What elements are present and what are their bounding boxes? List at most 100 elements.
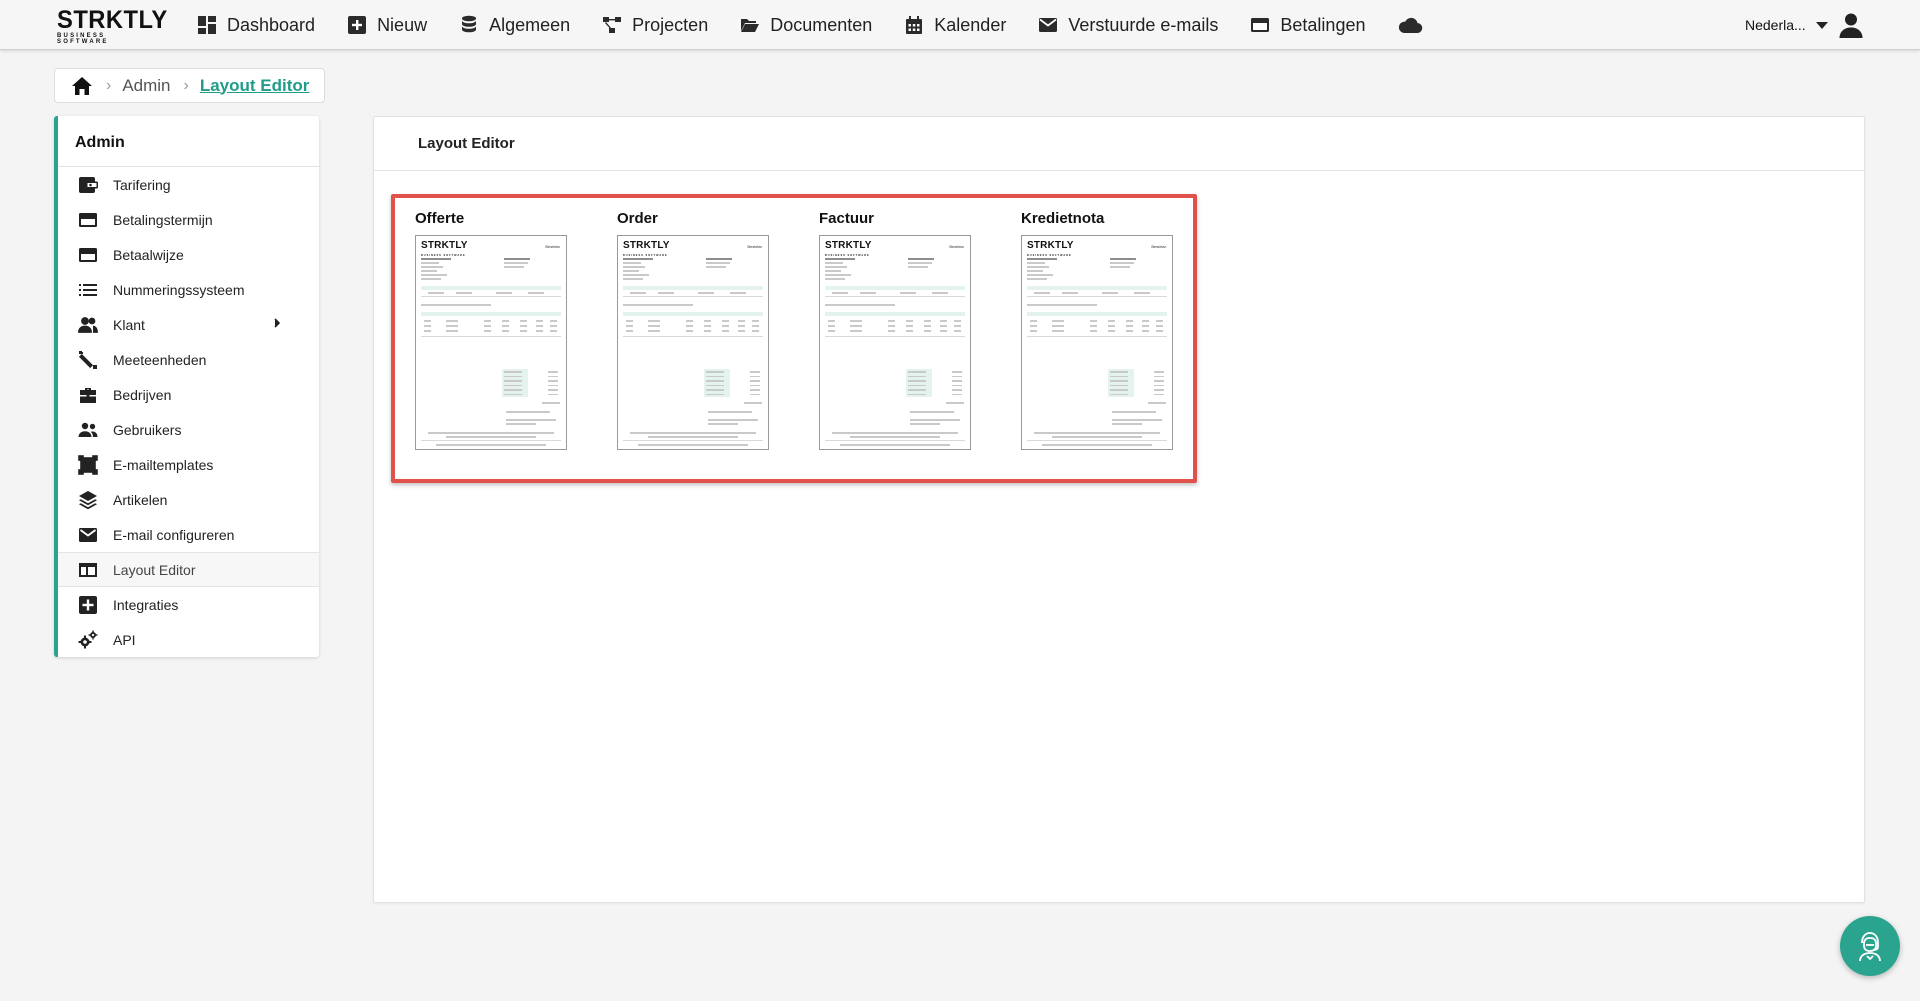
nav-algemeen-label: Algemeen [489, 14, 571, 35]
nav-kalender[interactable]: Kalender [904, 0, 1006, 50]
sidebar-item-label: E-mail configureren [113, 526, 235, 543]
preview-line [548, 389, 558, 391]
preview-line [504, 389, 522, 391]
preview-line [548, 380, 558, 382]
sidebar-item-bedrijven[interactable]: Bedrijven [58, 377, 319, 412]
preview-line [686, 330, 693, 332]
preview-logo-text: STRKTLY [1027, 240, 1074, 251]
preview-rule [1027, 296, 1167, 297]
preview-line [828, 330, 835, 332]
sidebar-item-label: Klant [113, 316, 145, 333]
preview-line [952, 375, 962, 377]
preview-line [1110, 371, 1128, 373]
preview-line [954, 320, 961, 322]
sidebar-item-betaalwijze[interactable]: Betaalwijze [58, 237, 319, 272]
sidebar-item-e-mailtemplates[interactable]: E-mailtemplates [58, 447, 319, 482]
preview-line [502, 330, 509, 332]
user-icon[interactable] [1838, 12, 1864, 38]
sidebar-item-layout-editor[interactable]: Layout Editor [58, 552, 319, 587]
preview-rule [825, 440, 965, 441]
nav-dashboard[interactable]: Dashboard [197, 0, 315, 50]
breadcrumb-admin[interactable]: Admin [122, 76, 170, 96]
preview-logo-text: STRKTLY [623, 240, 670, 251]
preview-logo-subtext: BUSINESS SOFTWARE [623, 254, 668, 257]
preview-line [502, 325, 509, 327]
plus-square-icon [79, 595, 97, 614]
sidebar-item-artikelen[interactable]: Artikelen [58, 482, 319, 517]
preview-rule [421, 296, 561, 297]
template-thumbnail[interactable]: STRKTLY BUSINESS SOFTWARE Bestelar [617, 235, 769, 450]
preview-line [706, 371, 724, 373]
preview-rule [623, 336, 763, 337]
breadcrumb-layout-editor[interactable]: Layout Editor [200, 76, 310, 96]
database-icon [462, 15, 477, 33]
preview-line [626, 330, 633, 332]
nav-betalingen[interactable]: Betalingen [1250, 0, 1365, 50]
template-thumbnail[interactable]: STRKTLY BUSINESS SOFTWARE Bestelar [415, 235, 567, 450]
nav-documenten[interactable]: Documenten [740, 0, 872, 50]
template-thumbnail[interactable]: STRKTLY BUSINESS SOFTWARE Bestelar [1021, 235, 1173, 450]
preview-line [1034, 432, 1160, 434]
preview-line [952, 371, 962, 373]
preview-line [940, 330, 947, 332]
preview-line [446, 330, 458, 332]
preview-line [825, 266, 847, 268]
sidebar-item-integraties[interactable]: Integraties [58, 587, 319, 622]
sidebar-item-label: Betaalwijze [113, 246, 184, 263]
sidebar-item-gebruikers[interactable]: Gebruikers [58, 412, 319, 447]
sidebar-item-e-mail-configureren[interactable]: E-mail configureren [58, 517, 319, 552]
preview-line [421, 266, 443, 268]
preview-line [626, 320, 633, 322]
preview-line [825, 258, 855, 260]
sidebar-item-tarifering[interactable]: Tarifering [58, 167, 319, 202]
credit-card-icon [1251, 18, 1270, 32]
template-order: Order STRKTLY BUSINESS SOFTWARE Bestelar [617, 210, 769, 450]
support-chat-button[interactable] [1840, 916, 1900, 976]
preview-line [908, 262, 932, 264]
template-thumbnail[interactable]: STRKTLY BUSINESS SOFTWARE Bestelar [819, 235, 971, 450]
nav-verstuurde-emails[interactable]: Verstuurde e-mails [1038, 0, 1218, 50]
preview-line [888, 320, 895, 322]
nav-algemeen[interactable]: Algemeen [459, 0, 570, 50]
page-title: Layout Editor [374, 117, 1864, 171]
preview-logo-subtext: BUSINESS SOFTWARE [825, 254, 870, 257]
logo-subtext: BUSINESS SOFTWARE [57, 33, 109, 45]
template-icon [78, 454, 98, 475]
nav-projecten[interactable]: Projecten [602, 0, 708, 50]
preview-line [1052, 436, 1142, 438]
sidebar-item-api[interactable]: API [58, 622, 319, 657]
preview-line [952, 384, 962, 386]
template-offerte: Offerte STRKTLY BUSINESS SOFTWARE Bestelar [415, 210, 567, 450]
preview-line [436, 444, 546, 446]
nav-betalingen-label: Betalingen [1280, 14, 1366, 35]
sidebar-item-label: Bedrijven [113, 386, 172, 403]
preview-line [850, 330, 862, 332]
language-select[interactable]: Nederla... [1745, 0, 1828, 50]
app-logo[interactable]: STRKTLY BUSINESS SOFTWARE [57, 8, 167, 46]
sidebar-item-betalingstermijn[interactable]: Betalingstermijn [58, 202, 319, 237]
sidebar-item-meeteenheden[interactable]: Meeteenheden [58, 342, 319, 377]
breadcrumb-home[interactable] [71, 75, 93, 97]
briefcase-icon [80, 387, 96, 403]
preview-line [1154, 384, 1164, 386]
preview-rule [1027, 336, 1167, 337]
preview-line [706, 384, 724, 386]
preview-line [910, 419, 960, 421]
preview-line [1108, 325, 1115, 327]
preview-line [952, 393, 962, 395]
sidebar-item-label: Meeteenheden [113, 351, 207, 368]
nav-cloud[interactable] [1397, 0, 1423, 50]
sidebar-item-klant[interactable]: Klant [58, 307, 319, 342]
envelope-icon [1039, 18, 1058, 32]
main-nav: Dashboard Nieuw Algemeen Projecten Docum… [197, 0, 1455, 50]
preview-line [1154, 375, 1164, 377]
preview-line [1052, 325, 1064, 327]
preview-line [722, 325, 729, 327]
preview-band [623, 312, 763, 316]
sidebar-item-nummeringssysteem[interactable]: Nummeringssysteem [58, 272, 319, 307]
preview-line [698, 292, 714, 294]
template-label: Kredietnota [1021, 210, 1105, 227]
nav-nieuw[interactable]: Nieuw [347, 0, 427, 50]
preview-line [1027, 270, 1043, 272]
people-icon [78, 316, 98, 333]
